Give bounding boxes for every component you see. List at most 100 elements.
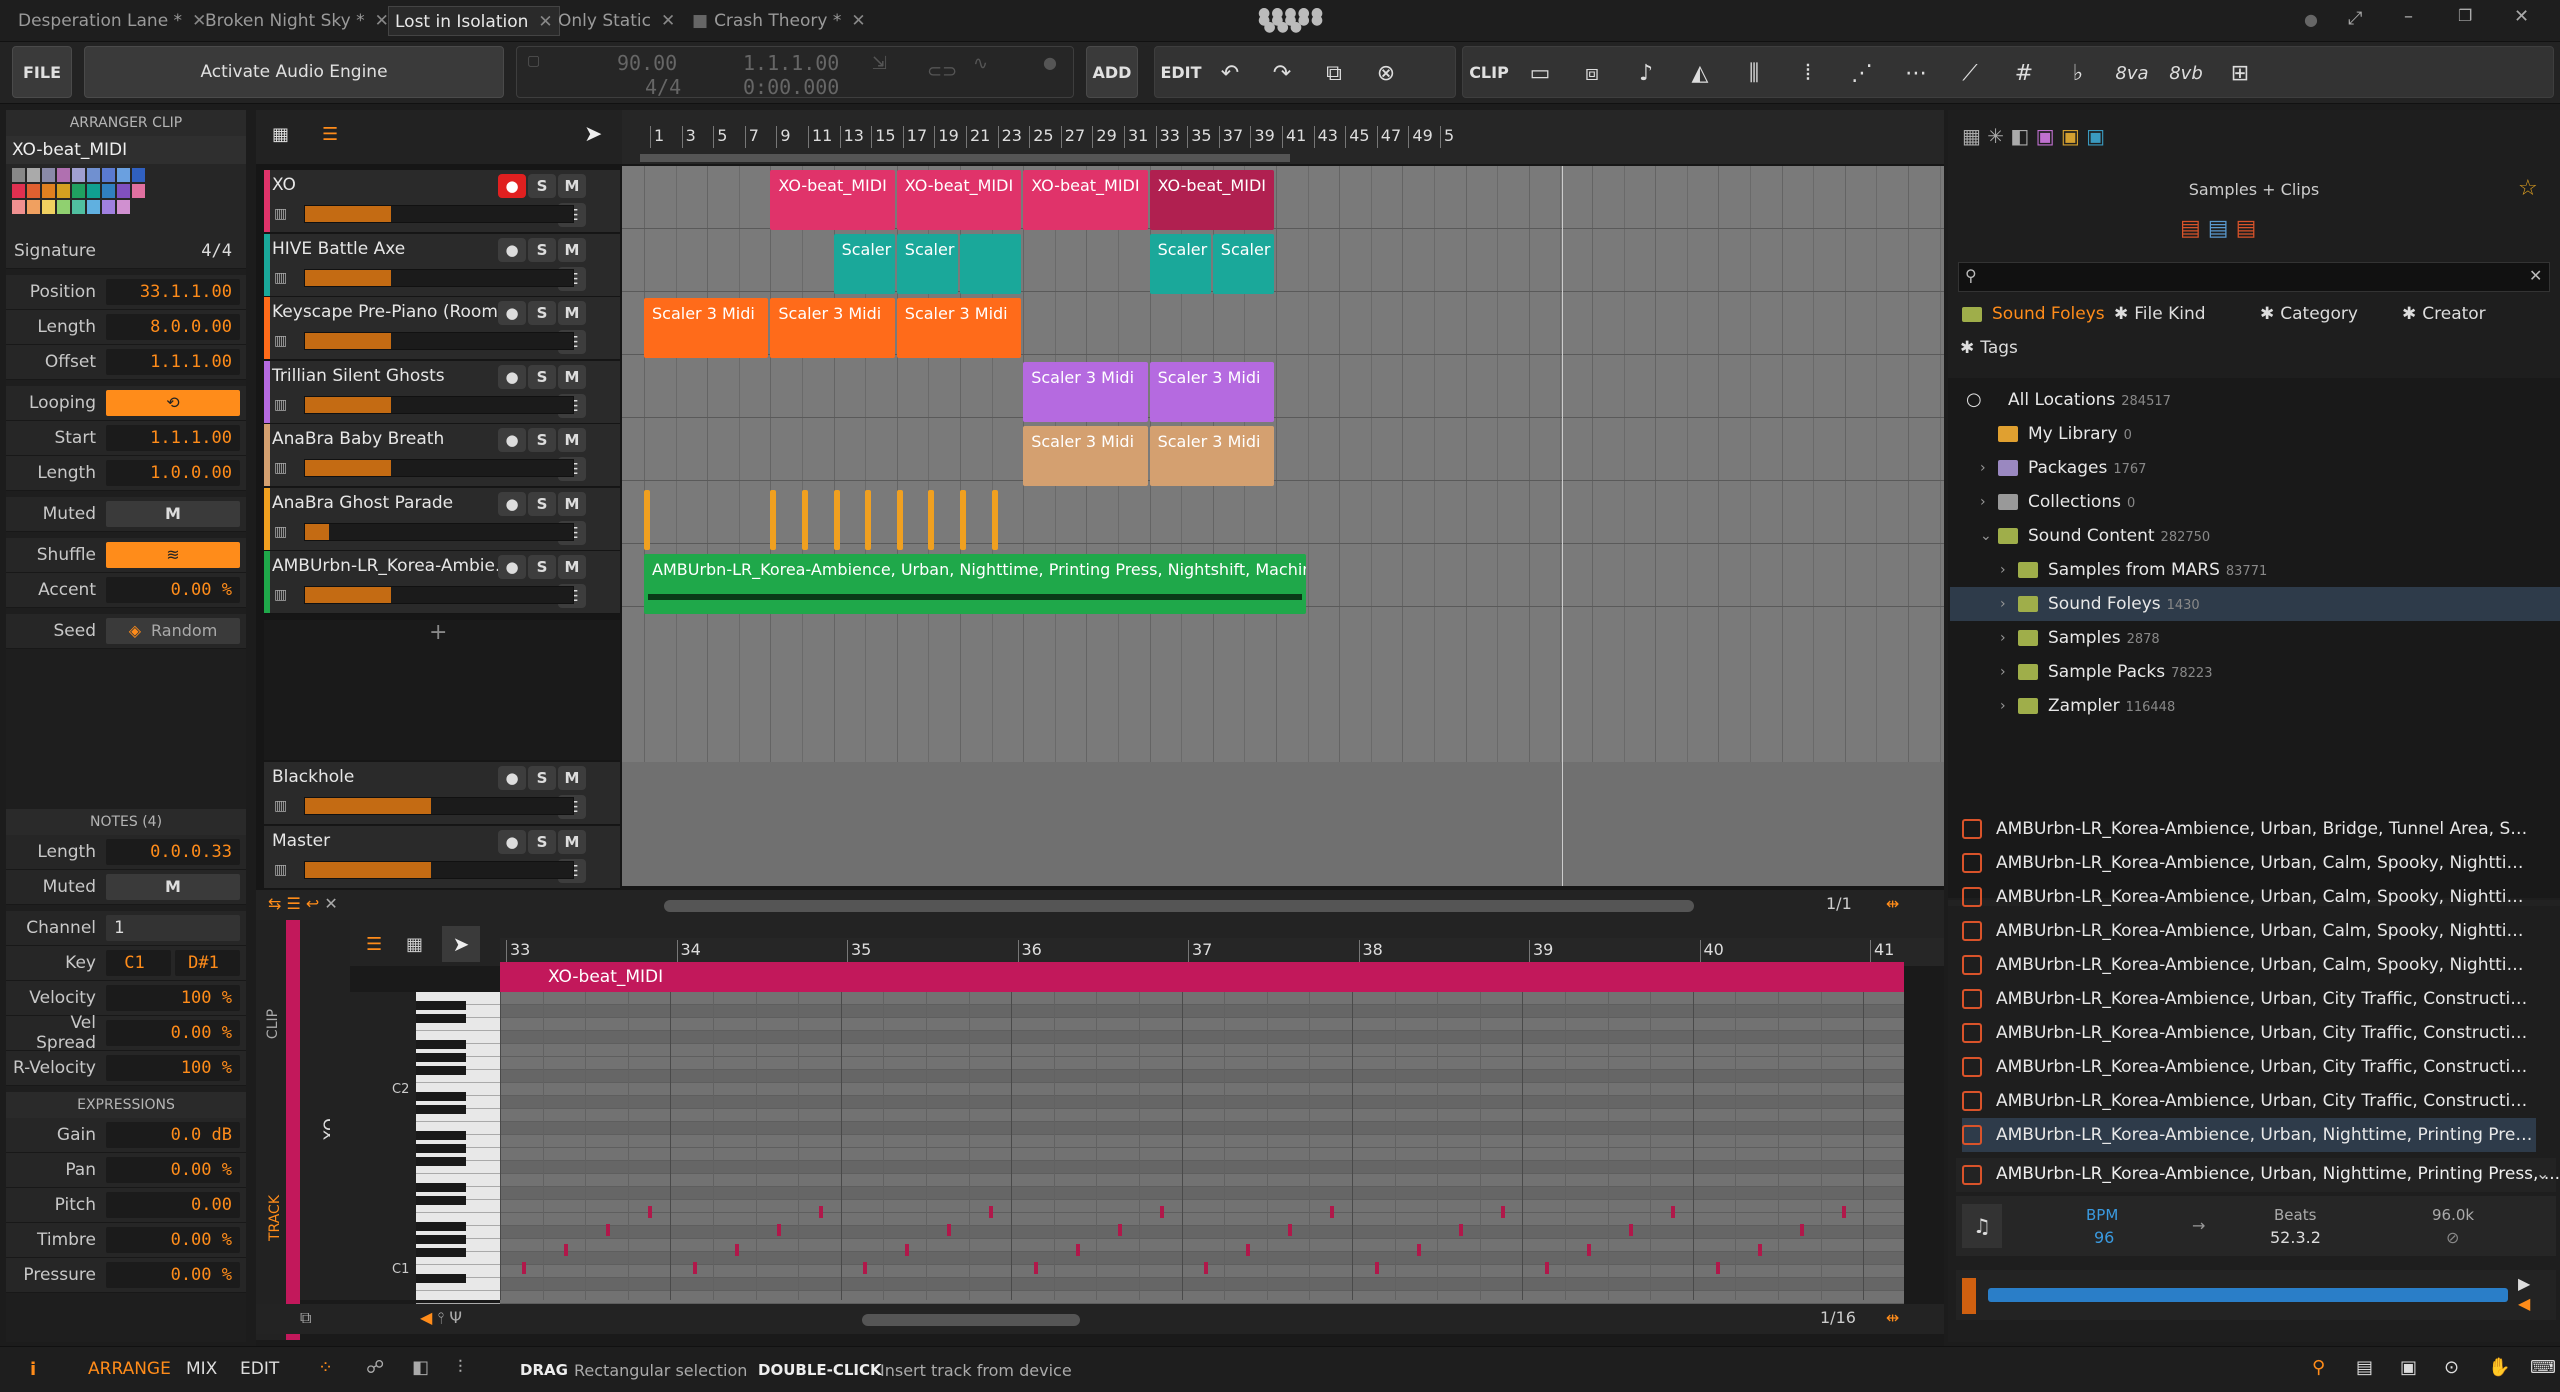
solo-button[interactable]: S	[528, 555, 556, 579]
mix-view-tab[interactable]: MIX	[186, 1359, 217, 1379]
editor-clip-bar[interactable]: XO-beat_MIDI	[500, 962, 1904, 992]
color-swatch[interactable]	[57, 184, 70, 198]
solo-button[interactable]: S	[528, 428, 556, 452]
signature-value[interactable]: 4/4	[106, 238, 240, 264]
editor-grid-icon[interactable]: ▦	[406, 934, 423, 955]
midi-note[interactable]	[606, 1224, 610, 1236]
volume-icon[interactable]: ◀	[2518, 1294, 2530, 1313]
black-key[interactable]	[416, 1144, 466, 1153]
volume-slider[interactable]	[304, 586, 574, 604]
black-key[interactable]	[416, 1157, 466, 1166]
record-arm-button[interactable]: ●	[498, 364, 526, 389]
midi-note[interactable]	[1500, 1206, 1505, 1218]
black-key[interactable]	[416, 1066, 466, 1075]
signature-display[interactable]: 4/4	[645, 75, 681, 99]
key-from-value[interactable]: C1	[106, 950, 171, 976]
tab-desperation-lane[interactable]: Desperation Lane * ✕	[18, 6, 206, 36]
track-header[interactable]: AMBUrbn-LR_Korea-Ambie...●SM☰▥	[264, 551, 620, 614]
close-icon[interactable]: ✕	[538, 12, 552, 32]
close-icon[interactable]: ✕	[851, 11, 865, 31]
black-key[interactable]	[416, 1274, 466, 1283]
mute-button[interactable]: M	[558, 555, 586, 579]
file-item[interactable]: AMBUrbn-LR_Korea-Ambience, Urban, City T…	[1962, 1050, 2536, 1084]
volume-slider[interactable]	[304, 459, 574, 477]
timbre-value[interactable]: 0.00 %	[106, 1227, 240, 1253]
fullscreen-icon[interactable]: ⤢	[2348, 8, 2362, 29]
position-display[interactable]: 1.1.1.00	[743, 51, 839, 75]
clip-ghost-parade[interactable]	[770, 490, 777, 550]
bpm-value[interactable]: 96	[2094, 1228, 2114, 1247]
clip-hive[interactable]: Scaler 3 Mi	[1212, 234, 1274, 294]
clip-ghost-parade[interactable]	[644, 490, 650, 550]
mute-button[interactable]: M	[558, 428, 586, 452]
location-item[interactable]: ⌄ Sound Content 282750	[1950, 519, 2560, 553]
add-button[interactable]: ADD	[1086, 46, 1138, 98]
midi-note[interactable]	[1799, 1224, 1804, 1236]
play-icon[interactable]: ▢	[527, 53, 540, 69]
midi-note[interactable]	[1458, 1224, 1463, 1236]
loop-toggle-icon[interactable]: ⟲	[106, 390, 240, 416]
record-arm-button[interactable]: ●	[498, 237, 526, 262]
color-swatch[interactable]	[72, 168, 85, 182]
chop-icon[interactable]: ⦙	[1783, 47, 1833, 99]
seed-button[interactable]: ◈ Random	[106, 618, 240, 644]
midi-note[interactable]	[863, 1262, 867, 1274]
chevron-right-icon[interactable]: ›	[2000, 553, 2006, 587]
color-swatch[interactable]	[57, 200, 70, 214]
transpose-icon[interactable]: ⊞	[2215, 47, 2265, 99]
clip-anabra[interactable]: Scaler 3 Midi	[1023, 426, 1148, 486]
mixer-icon[interactable]: ⫶	[458, 1357, 463, 1378]
chevron-right-icon[interactable]: ›	[2000, 689, 2006, 723]
color-swatch[interactable]	[72, 200, 85, 214]
hand-icon[interactable]: ✋	[2488, 1357, 2510, 1378]
arranger-zoom[interactable]: 1/1	[1826, 894, 1852, 913]
black-key[interactable]	[416, 1105, 466, 1114]
filter-file-kind[interactable]: ✱ File Kind	[2114, 304, 2206, 324]
file-item[interactable]: AMBUrbn-LR_Korea-Ambience, Urban, Calm, …	[1962, 846, 2536, 880]
editor-zoom[interactable]: 1/16	[1820, 1308, 1856, 1327]
midi-note[interactable]	[1671, 1206, 1675, 1218]
velocity-value[interactable]: 100 %	[106, 985, 240, 1011]
file-item[interactable]: AMBUrbn-LR_Korea-Ambience, Urban, City T…	[1962, 1016, 2536, 1050]
pointer-tool-icon[interactable]: ➤	[584, 122, 602, 147]
clip-anabra[interactable]: Scaler 3 Midi	[1149, 426, 1274, 486]
undo-icon[interactable]: ↶	[1205, 47, 1255, 99]
plugin-icon[interactable]: ⊙	[2444, 1357, 2459, 1378]
slope-icon[interactable]: ⟋	[1945, 47, 1995, 99]
black-key[interactable]	[416, 1222, 466, 1231]
midi-note[interactable]	[648, 1206, 652, 1218]
clip-hive[interactable]: Scaler 3 Mi	[833, 234, 895, 294]
chevron-down-icon[interactable]: ⌄	[2536, 1164, 2549, 1183]
arranger-ruler[interactable]: 1 3 5 7 9 11 13 15 17 19 21 23 25 27 29 31 33 35 37 39 41 43 4…	[622, 110, 1944, 164]
metronome-icon[interactable]: ●	[1043, 53, 1057, 72]
double-icon[interactable]: ⧈	[1567, 47, 1617, 99]
clip-trillian[interactable]: Scaler 3 Midi	[1023, 362, 1148, 422]
position-value[interactable]: 33.1.1.00	[106, 279, 240, 305]
midi-note[interactable]	[818, 1206, 823, 1218]
clip-ghost-parade[interactable]	[991, 490, 998, 550]
color-swatch[interactable]	[102, 184, 115, 198]
track-header[interactable]: XO●SM☰▥	[264, 170, 620, 233]
track-header[interactable]: AnaBra Ghost Parade●SM☰▥	[264, 487, 620, 551]
clip-xo[interactable]: XO-beat_MIDI	[896, 170, 1022, 230]
clip-hive[interactable]	[960, 234, 1022, 294]
note-grid[interactable]	[500, 992, 1904, 1304]
tempo-display[interactable]: 90.00	[617, 51, 677, 75]
clip-button[interactable]: CLIP	[1463, 47, 1515, 97]
start-value[interactable]: 1.1.1.00	[106, 425, 240, 451]
black-key[interactable]	[416, 1248, 466, 1257]
file-button[interactable]: FILE	[12, 46, 72, 98]
mute-button[interactable]: M	[558, 766, 586, 790]
channel-select[interactable]: 1	[106, 915, 240, 941]
record-arm-button[interactable]: ●	[498, 830, 526, 854]
midi-note[interactable]	[692, 1262, 697, 1274]
tab-broken-night-sky[interactable]: Broken Night Sky * ✕	[205, 6, 389, 36]
color-swatch[interactable]	[132, 168, 145, 182]
midi-note[interactable]	[1246, 1244, 1250, 1256]
mute-button[interactable]: M	[558, 830, 586, 854]
black-key[interactable]	[416, 1001, 466, 1010]
grid-view-icon[interactable]: ▦	[272, 124, 289, 145]
info-icon[interactable]: i	[30, 1359, 36, 1380]
color-swatch[interactable]	[117, 168, 130, 182]
note-icon[interactable]: ♫	[1962, 1204, 2002, 1248]
